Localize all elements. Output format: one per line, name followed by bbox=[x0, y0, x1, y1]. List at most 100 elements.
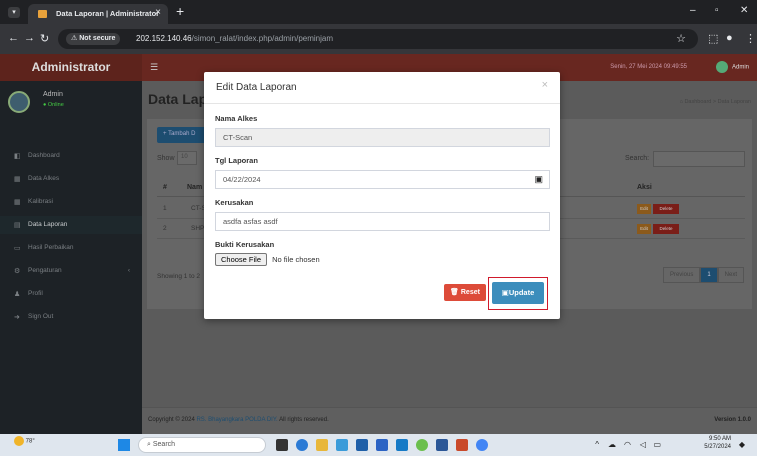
modal-header: Edit Data Laporan × bbox=[204, 72, 560, 104]
mail-icon[interactable] bbox=[396, 439, 408, 451]
edit-button[interactable]: Edit bbox=[637, 224, 651, 234]
table-search-input[interactable] bbox=[653, 151, 745, 167]
wifi-icon[interactable]: ◠ bbox=[624, 440, 631, 449]
windows-start-icon[interactable] bbox=[118, 439, 130, 451]
reset-button[interactable]: 🗑 Reset bbox=[444, 284, 486, 301]
pagination-next[interactable]: Next bbox=[717, 267, 744, 283]
col-header-no[interactable]: # bbox=[163, 184, 167, 191]
bukti-kerusakan-label: Bukti Kerusakan bbox=[215, 240, 275, 249]
profile-icon[interactable]: ● bbox=[726, 32, 733, 44]
sidebar-item-pengaturan[interactable]: ⚙ Pengaturan ‹ bbox=[0, 262, 142, 280]
col-header-aksi[interactable]: Aksi bbox=[637, 184, 652, 191]
edit-button[interactable]: Edit bbox=[637, 204, 651, 214]
app-icon[interactable] bbox=[456, 439, 468, 451]
edit-report-modal: Edit Data Laporan × Nama Alkes Tgl Lapor… bbox=[204, 72, 560, 319]
reload-icon[interactable]: ↻ bbox=[40, 32, 49, 45]
cloud-icon[interactable]: ☁ bbox=[608, 440, 616, 449]
file-status: No file chosen bbox=[272, 255, 320, 264]
footer-link[interactable]: RS. Bhayangkara POLDA DIY. bbox=[196, 417, 277, 423]
battery-icon[interactable]: ▭ bbox=[653, 440, 661, 449]
tgl-laporan-label: Tgl Laporan bbox=[215, 156, 258, 165]
sidebar-item-profil[interactable]: ♟ Profil bbox=[0, 285, 142, 303]
choose-file-button[interactable]: Choose File bbox=[215, 253, 268, 266]
not-secure-badge[interactable]: ⚠ Not secure bbox=[66, 33, 121, 45]
modal-title: Edit Data Laporan bbox=[216, 82, 297, 93]
taskbar: 78° ⌕ Search ^ ☁ ◠ ◁ ▭ ◆ 9:50 AM 5/27/20… bbox=[0, 434, 757, 456]
user-status: ● Online bbox=[43, 102, 64, 108]
row-no: 2 bbox=[163, 225, 167, 232]
delete-button[interactable]: Delete bbox=[653, 224, 679, 234]
browser-tab[interactable]: Data Laporan | Administrator × bbox=[28, 4, 168, 24]
row-no: 1 bbox=[163, 205, 167, 212]
app-icon[interactable] bbox=[416, 439, 428, 451]
tgl-laporan-field[interactable]: 04/22/2024 ▣ bbox=[215, 170, 550, 189]
weather-widget[interactable]: 78° bbox=[14, 436, 35, 446]
list-icon: ▭ bbox=[14, 245, 21, 252]
pagination-previous[interactable]: Previous bbox=[662, 267, 701, 283]
sidebar-item-dashboard[interactable]: ◧ Dashboard bbox=[0, 147, 142, 165]
sidebar-item-data-laporan[interactable]: ▤ Data Laporan bbox=[0, 216, 142, 234]
new-tab-button[interactable]: + bbox=[176, 3, 184, 19]
avatar bbox=[715, 61, 728, 73]
taskbar-search[interactable]: ⌕ Search bbox=[138, 437, 266, 453]
minimize-icon[interactable]: – bbox=[690, 5, 696, 16]
table-info: Showing 1 to 2 bbox=[157, 273, 201, 280]
bookmark-star-icon[interactable]: ☆ bbox=[676, 32, 686, 45]
table-icon: ▦ bbox=[14, 199, 21, 206]
sidebar-item-sign-out[interactable]: ➜ Sign Out bbox=[0, 308, 142, 326]
sidebar-item-hasil-perbaikan[interactable]: ▭ Hasil Perbaikan bbox=[0, 239, 142, 257]
entries-select[interactable]: 10 bbox=[177, 151, 197, 165]
tab-search-button[interactable]: ▾ bbox=[8, 7, 20, 18]
brand-logo[interactable]: Administrator bbox=[0, 54, 142, 81]
chevron-up-icon[interactable]: ^ bbox=[595, 440, 599, 449]
gear-icon: ⚙ bbox=[14, 268, 21, 275]
favicon-icon bbox=[38, 10, 47, 18]
skype-icon[interactable] bbox=[336, 439, 348, 451]
sign-out-icon: ➜ bbox=[14, 314, 20, 321]
nama-alkes-field[interactable] bbox=[215, 128, 550, 147]
forward-icon[interactable]: → bbox=[24, 32, 35, 44]
sidebar-toggle-icon[interactable]: ☰ bbox=[150, 62, 158, 73]
notification-icon[interactable]: ◆ bbox=[739, 440, 745, 449]
breadcrumb: ⌂ Dashboard > Data Laporan bbox=[680, 99, 751, 105]
url-field[interactable]: ⚠ Not secure 202.152.140.46/simon_ralat/… bbox=[58, 29, 698, 49]
save-icon: ▣ bbox=[501, 288, 509, 297]
tab-close-icon[interactable]: × bbox=[155, 7, 161, 18]
volume-icon[interactable]: ◁ bbox=[640, 440, 646, 449]
browser-menu-icon[interactable]: ⋮ bbox=[745, 32, 756, 45]
taskbar-clock[interactable]: 9:50 AM 5/27/2024 bbox=[704, 435, 731, 451]
user-menu[interactable]: Admin bbox=[715, 61, 749, 73]
chrome-icon[interactable] bbox=[476, 439, 488, 451]
show-entries-label: Show bbox=[157, 155, 175, 162]
back-icon[interactable]: ← bbox=[8, 32, 19, 44]
pagination: Previous 1 Next bbox=[662, 267, 744, 283]
edge-icon[interactable] bbox=[296, 439, 308, 451]
extensions-icon[interactable]: ⬚ bbox=[708, 32, 718, 45]
file-explorer-icon[interactable] bbox=[316, 439, 328, 451]
word-icon[interactable] bbox=[436, 439, 448, 451]
url-text: 202.152.140.46/simon_ralat/index.php/adm… bbox=[136, 34, 334, 43]
outlook-icon[interactable] bbox=[376, 439, 388, 451]
sidebar-item-data-alkes[interactable]: ▦ Data Alkes bbox=[0, 170, 142, 188]
kerusakan-field[interactable] bbox=[215, 212, 550, 231]
store-icon[interactable] bbox=[356, 439, 368, 451]
chevron-left-icon: ‹ bbox=[127, 267, 130, 274]
home-icon: ⌂ bbox=[679, 99, 683, 105]
breadcrumb-current: Data Laporan bbox=[717, 99, 751, 105]
delete-button[interactable]: Delete bbox=[653, 204, 679, 214]
breadcrumb-separator: > bbox=[712, 99, 717, 105]
modal-close-icon[interactable]: × bbox=[542, 79, 548, 91]
restore-icon[interactable]: ▫ bbox=[715, 5, 719, 16]
sidebar: Admin ● Online ◧ Dashboard ▦ Data Alkes ▦ K… bbox=[0, 81, 142, 434]
pagination-page-1[interactable]: 1 bbox=[700, 267, 718, 283]
sidebar-item-kalibrasi[interactable]: ▦ Kalibrasi bbox=[0, 193, 142, 211]
bukti-kerusakan-file-input[interactable]: Choose File No file chosen bbox=[215, 253, 320, 267]
col-header-name[interactable]: Nam bbox=[187, 184, 202, 191]
calendar-icon[interactable]: ▣ bbox=[534, 174, 543, 185]
tab-title: Data Laporan | Administrator bbox=[56, 9, 160, 18]
task-view-icon[interactable] bbox=[276, 439, 288, 451]
user-icon: ♟ bbox=[14, 291, 21, 298]
breadcrumb-home[interactable]: Dashboard bbox=[684, 99, 711, 105]
window-close-icon[interactable]: ✕ bbox=[740, 5, 748, 16]
update-button[interactable]: ▣Update bbox=[492, 282, 544, 304]
